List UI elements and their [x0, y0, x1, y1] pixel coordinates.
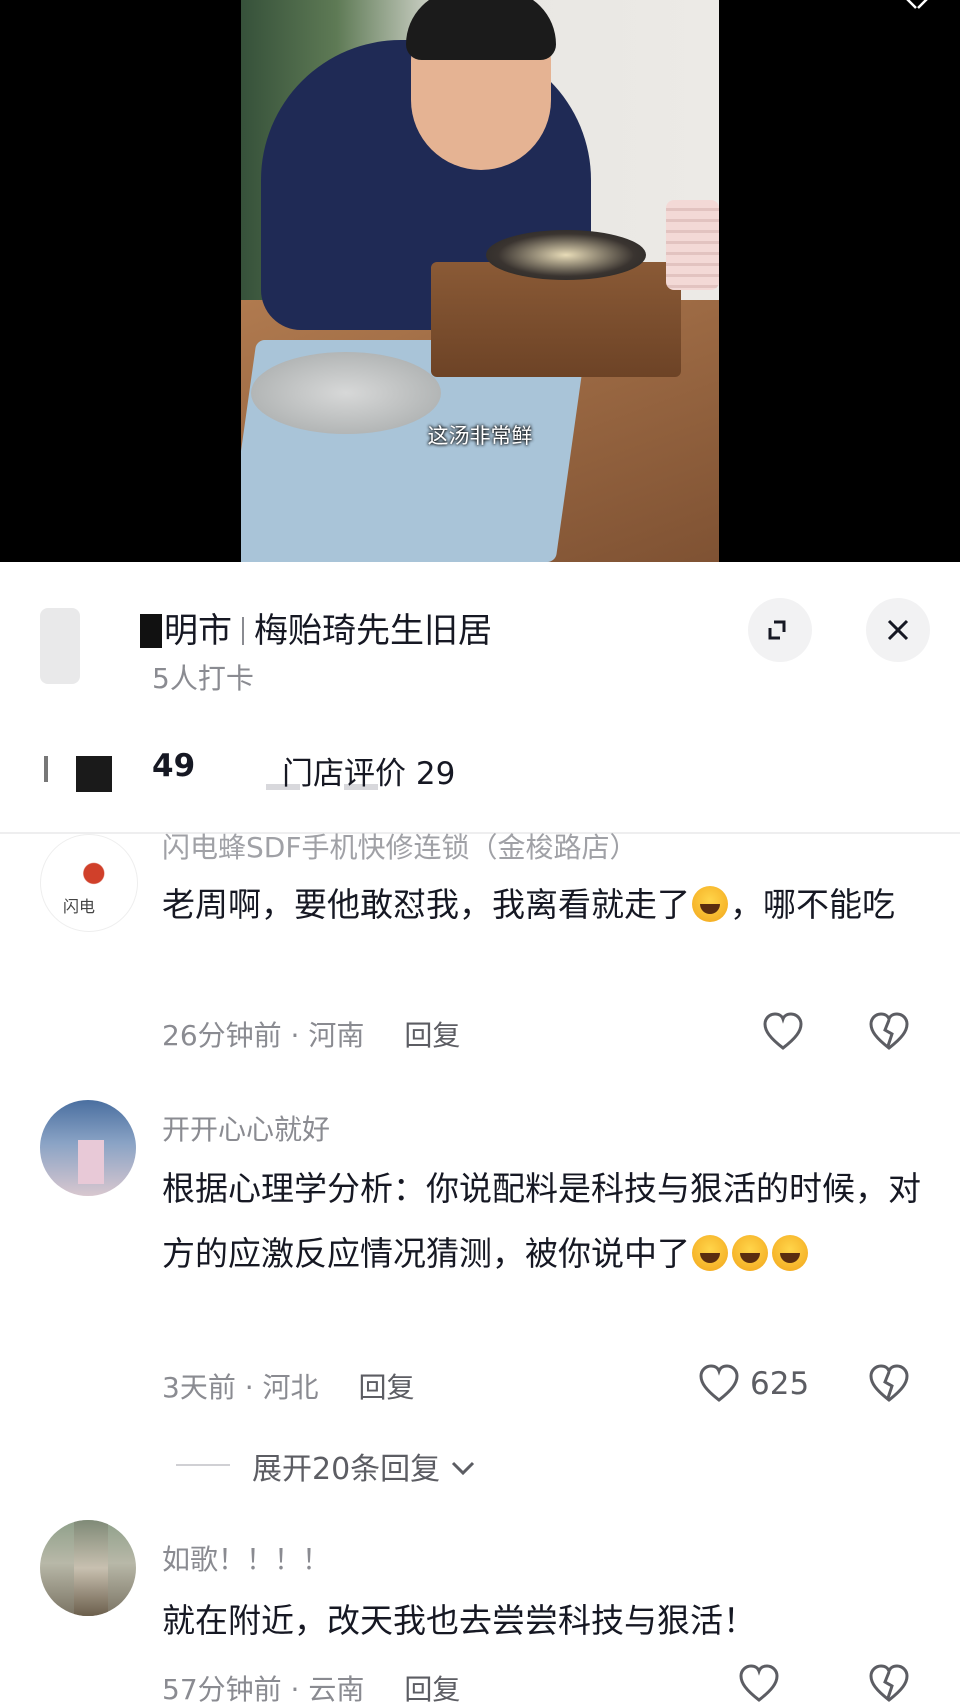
video-player[interactable]: 这汤非常鲜	[0, 0, 960, 562]
redaction-mask	[140, 614, 162, 648]
like-count: 625	[750, 1366, 810, 1402]
avatar-mosaic	[78, 1140, 104, 1184]
heart-icon	[699, 1364, 739, 1402]
comment-username[interactable]: 闪电蜂SDF手机快修连锁（金梭路店）	[162, 826, 637, 866]
like-button[interactable]	[762, 1012, 804, 1056]
top-right-close-icon[interactable]	[904, 0, 930, 10]
expand-replies-text: 展开20条回复	[252, 1452, 441, 1487]
avatar-mosaic	[74, 1520, 108, 1616]
comment-sheet	[0, 562, 960, 1687]
comment-meta: 57分钟前 · 云南 回复	[162, 1668, 460, 1708]
reply-button[interactable]: 回复	[404, 1019, 460, 1052]
comment-time: 26分钟前 · 河南	[162, 1019, 365, 1052]
expand-divider-line	[176, 1464, 230, 1466]
broken-heart-icon[interactable]	[868, 1012, 910, 1052]
comment-text: 就在附近，改天我也去尝尝科技与狠活！	[162, 1588, 922, 1653]
heart-icon	[739, 1664, 779, 1702]
close-icon	[887, 619, 909, 641]
comment-username[interactable]: 开开心心就好	[162, 1108, 330, 1148]
rating-score: 49	[152, 748, 196, 784]
comment-time: 3天前 · 河北	[162, 1371, 319, 1404]
comment-text-part: ，哪不能吃	[730, 885, 895, 924]
location-title[interactable]: 明市 梅贻琦先生旧居	[140, 603, 492, 652]
title-separator	[242, 617, 244, 645]
video-caption: 这汤非常鲜	[427, 424, 533, 448]
avatar[interactable]	[40, 1100, 136, 1196]
location-thumbnail[interactable]	[40, 608, 80, 684]
expand-button[interactable]	[748, 598, 812, 662]
laugh-cry-emoji	[692, 1235, 728, 1271]
comment-meta: 26分钟前 · 河南 回复	[162, 1014, 460, 1054]
expand-replies-label[interactable]: 展开20条回复	[252, 1444, 476, 1488]
location-city: 明市	[164, 611, 232, 651]
comment-text-part: 老周啊，要他敢怼我，我离看就走了	[162, 885, 690, 924]
comment-username[interactable]: 如歌！！！！	[162, 1538, 330, 1578]
avatar[interactable]	[40, 1520, 136, 1616]
expand-icon	[768, 620, 786, 640]
broken-heart-icon[interactable]	[868, 1664, 910, 1704]
redaction-mask	[76, 756, 112, 792]
reply-button[interactable]: 回复	[359, 1371, 415, 1404]
laugh-cry-emoji	[772, 1235, 808, 1271]
avatar-mark: 闪电	[63, 897, 96, 916]
chevron-down-icon	[451, 1461, 474, 1476]
reply-button[interactable]: 回复	[404, 1673, 460, 1706]
close-button[interactable]	[866, 598, 930, 662]
comment-meta: 3天前 · 河北 回复	[162, 1366, 415, 1406]
video-plates	[666, 200, 719, 290]
laugh-cry-emoji	[692, 886, 728, 922]
rating-mark	[44, 756, 48, 782]
video-frame: 这汤非常鲜	[241, 0, 719, 562]
comment-text: 根据心理学分析：你说配料是科技与狠活的时候，对方的应激反应情况猜测，被你说中了	[162, 1156, 922, 1286]
laugh-cry-emoji	[732, 1235, 768, 1271]
comment-text: 老周啊，要他敢怼我，我离看就走了 ，哪不能吃	[162, 872, 922, 937]
like-button[interactable]: 625	[698, 1364, 809, 1408]
video-person-hair	[406, 0, 556, 60]
rating-row[interactable]: 49 门店评价 29	[0, 740, 960, 800]
broken-heart-icon[interactable]	[868, 1364, 910, 1404]
video-soup-pot	[486, 230, 646, 280]
comment-time: 57分钟前 · 云南	[162, 1673, 365, 1706]
location-checkins: 5人打卡	[152, 662, 254, 695]
location-place: 梅贻琦先生旧居	[254, 611, 492, 651]
comment-text-part: 就在附近，改天我也去尝尝科技与狠活！	[162, 1601, 756, 1640]
heart-icon	[763, 1012, 803, 1050]
avatar[interactable]: 闪电	[40, 834, 138, 932]
like-button[interactable]	[738, 1664, 780, 1708]
store-reviews-tab[interactable]: 门店评价 29	[282, 748, 455, 793]
